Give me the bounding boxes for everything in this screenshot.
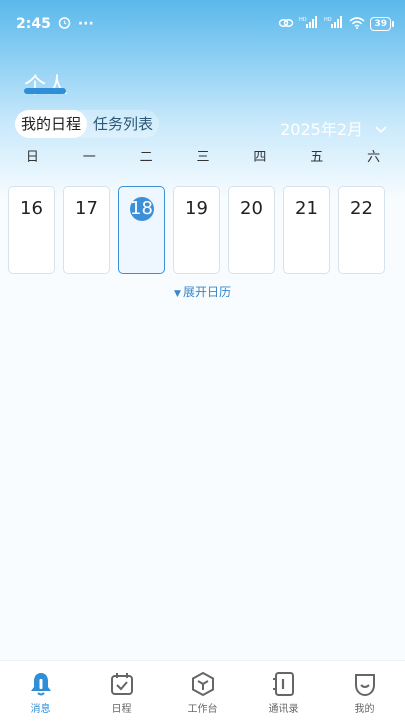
day-cell[interactable]: 19 — [173, 186, 220, 274]
weekday-label: 四 — [253, 150, 267, 165]
calendar-check-icon — [110, 673, 133, 695]
day-number: 19 — [185, 198, 208, 219]
hd-label-2: HD — [324, 17, 332, 23]
page-title: 个人 — [24, 74, 69, 99]
profile-icon — [354, 674, 375, 697]
signal-icon-1: HD — [299, 16, 319, 32]
tab-task-list[interactable]: 任务列表 — [87, 110, 159, 138]
weekday-header: 日 一 二 三 四 五 六 — [4, 146, 402, 165]
expand-calendar-button[interactable]: ▼ 展开日历 — [0, 283, 405, 300]
day-cell-selected[interactable]: 18 — [118, 186, 165, 274]
signal-icon-2: HD — [324, 16, 344, 32]
tab-my-schedule[interactable]: 我的日程 — [15, 110, 88, 138]
status-bar: 2:45 ··· HD HD 39 — [0, 0, 405, 48]
contacts-book-icon — [272, 672, 294, 696]
chevron-down-icon — [375, 119, 387, 138]
weekday-label: 五 — [310, 150, 324, 165]
bell-icon — [30, 673, 51, 696]
alarm-icon — [58, 16, 71, 33]
wifi-icon — [349, 16, 365, 32]
day-number: 20 — [240, 198, 263, 219]
month-label: 2025年2月 — [280, 120, 363, 139]
nav-label: 通讯录 — [268, 704, 299, 715]
nav-me[interactable]: 我的 — [324, 661, 405, 721]
month-selector[interactable]: 2025年2月 — [280, 116, 387, 140]
nav-label: 我的 — [354, 704, 375, 715]
weekday-label: 日 — [25, 150, 39, 165]
day-number: 17 — [75, 198, 98, 219]
day-cell[interactable]: 20 — [228, 186, 275, 274]
day-cell[interactable]: 21 — [283, 186, 330, 274]
bottom-navigation: 消息 日程 工作台 通讯录 我的 — [0, 660, 405, 721]
triangle-down-icon: ▼ — [174, 289, 181, 299]
title-underline — [24, 88, 66, 94]
nav-messages[interactable]: 消息 — [0, 661, 81, 721]
nav-label: 日程 — [111, 704, 132, 715]
day-cell[interactable]: 17 — [63, 186, 110, 274]
day-number: 21 — [295, 198, 318, 219]
nav-workbench[interactable]: 工作台 — [162, 661, 243, 721]
day-number: 22 — [350, 198, 373, 219]
weekday-label: 六 — [367, 150, 381, 165]
day-number: 16 — [20, 198, 43, 219]
week-day-row: 16 17 18 19 20 21 22 — [8, 186, 385, 274]
status-time: 2:45 — [16, 16, 51, 32]
link-icon — [278, 17, 294, 32]
weekday-label: 二 — [139, 150, 153, 165]
nav-label: 消息 — [30, 704, 51, 715]
nav-schedule[interactable]: 日程 — [81, 661, 162, 721]
day-cell[interactable]: 22 — [338, 186, 385, 274]
more-dots: ··· — [77, 16, 94, 32]
selected-day-number: 18 — [129, 197, 154, 221]
weekday-label: 一 — [82, 150, 96, 165]
expand-calendar-label: 展开日历 — [182, 285, 231, 299]
battery-indicator: 39 — [370, 17, 394, 31]
hd-label-1: HD — [299, 17, 307, 23]
tab-bar: 我的日程 任务列表 — [15, 110, 160, 138]
hexagon-icon — [191, 671, 214, 697]
nav-label: 工作台 — [187, 704, 218, 715]
day-cell[interactable]: 16 — [8, 186, 55, 274]
nav-contacts[interactable]: 通讯录 — [243, 661, 324, 721]
weekday-label: 三 — [196, 150, 210, 165]
